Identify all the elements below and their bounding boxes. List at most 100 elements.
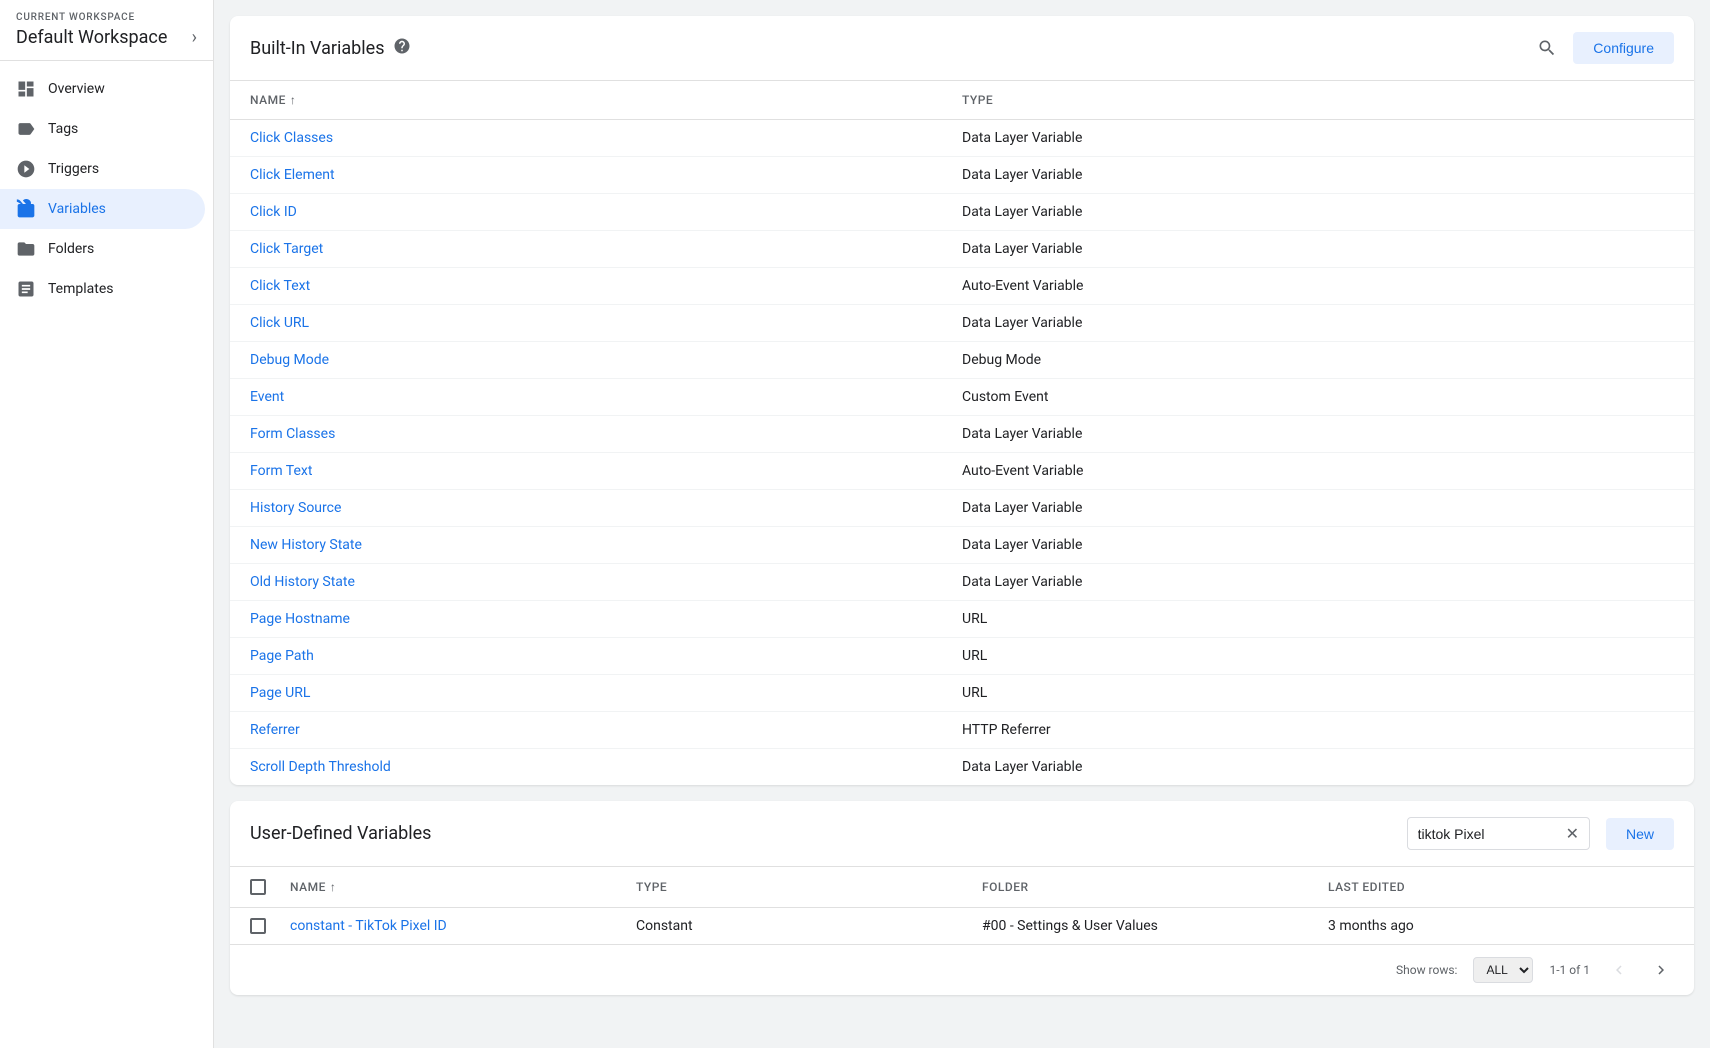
builtin-variable-name[interactable]: Event (250, 389, 962, 405)
builtin-variable-name[interactable]: Click Classes (250, 130, 962, 146)
udf-folder-col-header: Folder (982, 879, 1328, 895)
builtin-table-row: Form Text Auto-Event Variable (230, 453, 1694, 490)
builtin-table-row: New History State Data Layer Variable (230, 527, 1694, 564)
builtin-table-row: Scroll Depth Threshold Data Layer Variab… (230, 749, 1694, 785)
builtin-variable-type: Custom Event (962, 389, 1674, 405)
builtin-variable-type: Data Layer Variable (962, 426, 1674, 442)
builtin-variable-name[interactable]: Old History State (250, 574, 962, 590)
builtin-variable-type: Data Layer Variable (962, 500, 1674, 516)
udf-sort-icon: ↑ (330, 880, 337, 894)
workspace-label: CURRENT WORKSPACE (16, 12, 197, 23)
udf-variable-name[interactable]: constant - TikTok Pixel ID (290, 918, 636, 934)
udf-variable-folder: #00 - Settings & User Values (982, 918, 1328, 934)
builtin-variable-type: Data Layer Variable (962, 167, 1674, 183)
builtin-variable-type: Data Layer Variable (962, 204, 1674, 220)
udf-search-input[interactable] (1418, 826, 1558, 842)
udf-variable-type: Constant (636, 918, 982, 934)
sidebar-item-triggers-label: Triggers (48, 161, 99, 177)
main-content: Built-In Variables Configure Name ↑ Type (214, 0, 1710, 1048)
builtin-table-row: Debug Mode Debug Mode (230, 342, 1694, 379)
builtin-variable-name[interactable]: Click Element (250, 167, 962, 183)
builtin-variable-name[interactable]: Click URL (250, 315, 962, 331)
help-icon[interactable] (393, 37, 411, 59)
builtin-variable-type: Debug Mode (962, 352, 1674, 368)
next-page-button[interactable] (1648, 957, 1674, 983)
triggers-icon (16, 159, 36, 179)
clear-search-icon[interactable]: ✕ (1566, 824, 1579, 843)
sidebar-item-variables[interactable]: Variables (0, 189, 205, 229)
udf-table-row: constant - TikTok Pixel ID Constant #00 … (230, 908, 1694, 944)
select-all-checkbox-wrapper[interactable] (250, 879, 290, 895)
udf-search-wrapper[interactable]: ✕ (1407, 817, 1590, 850)
sidebar-item-tags[interactable]: Tags (0, 109, 205, 149)
udf-name-col-header: Name ↑ (290, 879, 636, 895)
sidebar-item-triggers[interactable]: Triggers (0, 149, 205, 189)
builtin-table-row: Event Custom Event (230, 379, 1694, 416)
builtin-variable-type: Data Layer Variable (962, 537, 1674, 553)
builtin-table-row: Click URL Data Layer Variable (230, 305, 1694, 342)
pagination-row: Show rows: ALL 10 25 50 1-1 of 1 (230, 944, 1694, 995)
rows-per-page-select[interactable]: ALL 10 25 50 (1473, 957, 1533, 983)
builtin-table-row: Page URL URL (230, 675, 1694, 712)
sidebar-item-folders[interactable]: Folders (0, 229, 205, 269)
sidebar-item-templates-label: Templates (48, 281, 114, 297)
prev-page-button[interactable] (1606, 957, 1632, 983)
configure-button[interactable]: Configure (1573, 32, 1674, 64)
builtin-title-row: Built-In Variables (250, 37, 411, 59)
builtin-table-row: Click Element Data Layer Variable (230, 157, 1694, 194)
sidebar-item-overview[interactable]: Overview (0, 69, 205, 109)
workspace-name: Default Workspace (16, 27, 167, 48)
templates-icon (16, 279, 36, 299)
builtin-variable-name[interactable]: Page Path (250, 648, 962, 664)
builtin-variable-type: Data Layer Variable (962, 130, 1674, 146)
builtin-variable-name[interactable]: Debug Mode (250, 352, 962, 368)
builtin-variables-title: Built-In Variables (250, 38, 385, 59)
folders-icon (16, 239, 36, 259)
builtin-variable-name[interactable]: Referrer (250, 722, 962, 738)
builtin-variable-name[interactable]: Click ID (250, 204, 962, 220)
builtin-variable-type: Auto-Event Variable (962, 278, 1674, 294)
workspace-header: CURRENT WORKSPACE Default Workspace › (0, 0, 213, 61)
builtin-table-row: Click Classes Data Layer Variable (230, 120, 1694, 157)
udf-table-header: Name ↑ Type Folder Last Edited (230, 867, 1694, 908)
sidebar-item-templates[interactable]: Templates (0, 269, 205, 309)
builtin-variable-type: Data Layer Variable (962, 574, 1674, 590)
udf-type-col-header: Type (636, 879, 982, 895)
builtin-variable-name[interactable]: Form Classes (250, 426, 962, 442)
tags-icon (16, 119, 36, 139)
builtin-variable-type: Data Layer Variable (962, 241, 1674, 257)
variables-icon (16, 199, 36, 219)
builtin-table-row: Page Path URL (230, 638, 1694, 675)
select-all-checkbox[interactable] (250, 879, 266, 895)
builtin-variable-type: URL (962, 685, 1674, 701)
builtin-rows-container: Click Classes Data Layer Variable Click … (230, 120, 1694, 785)
builtin-variable-type: URL (962, 611, 1674, 627)
builtin-table-row: Page Hostname URL (230, 601, 1694, 638)
builtin-variable-name[interactable]: Form Text (250, 463, 962, 479)
builtin-variables-header: Built-In Variables Configure (230, 16, 1694, 81)
sidebar-item-overview-label: Overview (48, 81, 105, 97)
builtin-table-row: Referrer HTTP Referrer (230, 712, 1694, 749)
name-col-header: Name ↑ (250, 93, 962, 107)
builtin-variable-name[interactable]: Page URL (250, 685, 962, 701)
udf-header: User-Defined Variables ✕ New (230, 801, 1694, 867)
builtin-search-button[interactable] (1533, 34, 1561, 62)
udf-title: User-Defined Variables (250, 823, 1391, 844)
row-checkbox-wrapper[interactable] (250, 918, 290, 934)
builtin-table-row: Click Target Data Layer Variable (230, 231, 1694, 268)
sidebar-item-variables-label: Variables (48, 201, 106, 217)
sidebar-nav: Overview Tags Triggers Variables (0, 61, 213, 1048)
new-variable-button[interactable]: New (1606, 818, 1674, 850)
builtin-table-row: Click Text Auto-Event Variable (230, 268, 1694, 305)
builtin-variable-name[interactable]: New History State (250, 537, 962, 553)
row-checkbox[interactable] (250, 918, 266, 934)
sidebar-item-folders-label: Folders (48, 241, 94, 257)
workspace-switcher[interactable]: Default Workspace › (16, 27, 197, 48)
builtin-variables-card: Built-In Variables Configure Name ↑ Type (230, 16, 1694, 785)
builtin-variable-name[interactable]: Click Target (250, 241, 962, 257)
builtin-variable-name[interactable]: Scroll Depth Threshold (250, 759, 962, 775)
builtin-variable-name[interactable]: Click Text (250, 278, 962, 294)
builtin-variable-name[interactable]: History Source (250, 500, 962, 516)
builtin-variable-name[interactable]: Page Hostname (250, 611, 962, 627)
builtin-actions: Configure (1533, 32, 1674, 64)
